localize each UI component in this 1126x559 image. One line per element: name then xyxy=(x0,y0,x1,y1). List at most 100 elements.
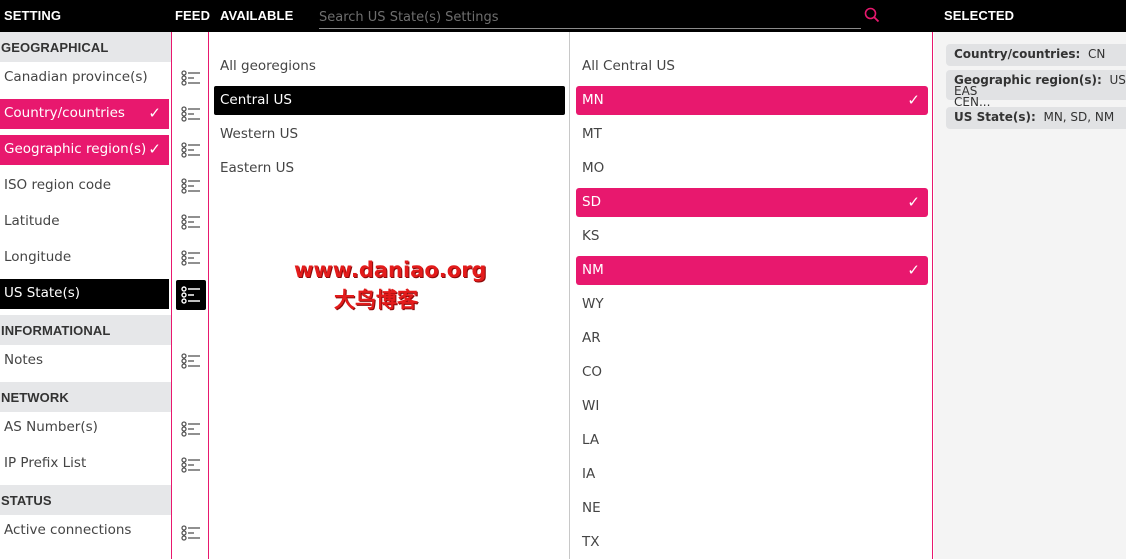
state-label: LA xyxy=(582,432,600,448)
setting-label: ISO region code xyxy=(4,177,112,193)
search-box xyxy=(319,4,861,29)
chip-label: Country/countries: xyxy=(954,47,1081,61)
setting-as-number[interactable]: AS Number(s) xyxy=(0,413,169,443)
feed-filter-icon[interactable] xyxy=(180,524,202,542)
setting-latitude[interactable]: Latitude xyxy=(0,207,169,237)
selected-column: Country/countries: CN Geographic region(… xyxy=(934,32,1126,559)
feed-filter-icon[interactable] xyxy=(180,141,202,159)
selected-header: SELECTED xyxy=(944,8,1015,23)
region-item[interactable]: All georegions xyxy=(214,52,565,81)
region-label: Western US xyxy=(220,126,299,142)
search-icon[interactable] xyxy=(864,7,880,23)
setting-active-connections[interactable]: Active connections xyxy=(0,516,169,546)
state-label: WI xyxy=(582,398,600,414)
setting-label: Notes xyxy=(4,352,43,368)
watermark-name: 大鸟博客 xyxy=(334,287,418,312)
section-network: NETWORK xyxy=(0,382,171,412)
region-label: Eastern US xyxy=(220,160,295,176)
state-item[interactable]: AR xyxy=(576,324,928,353)
search-input[interactable] xyxy=(319,4,829,26)
state-item[interactable]: LA xyxy=(576,426,928,455)
setting-iso-region[interactable]: ISO region code xyxy=(0,171,169,201)
state-item[interactable]: WI xyxy=(576,392,928,421)
state-label: TX xyxy=(582,534,600,550)
selected-chip-country[interactable]: Country/countries: CN xyxy=(946,44,1126,66)
chip-value: MN, SD, NM xyxy=(1043,110,1115,124)
checkmark-icon: ✓ xyxy=(907,193,920,211)
state-label: All Central US xyxy=(582,58,675,74)
chip-value: CN xyxy=(1087,47,1106,61)
state-item[interactable]: TX xyxy=(576,528,928,557)
checkmark-icon: ✓ xyxy=(907,261,920,279)
setting-label: Canadian province(s) xyxy=(4,69,148,85)
selected-chip-states[interactable]: US State(s): MN, SD, NM xyxy=(946,107,1126,129)
state-item[interactable]: NE xyxy=(576,494,928,523)
region-item[interactable]: Eastern US xyxy=(214,154,565,183)
setting-column: GEOGRAPHICAL Canadian province(s) Countr… xyxy=(0,32,171,559)
chip-label: US State(s): xyxy=(954,110,1036,124)
state-item[interactable]: IA xyxy=(576,460,928,489)
state-label: KS xyxy=(582,228,600,244)
setting-label: Longitude xyxy=(4,249,72,265)
state-label: MO xyxy=(582,160,605,176)
checkmark-icon: ✓ xyxy=(148,140,161,158)
setting-label: AS Number(s) xyxy=(4,419,98,435)
setting-label: US State(s) xyxy=(4,285,81,301)
state-label: NE xyxy=(582,500,601,516)
checkmark-icon: ✓ xyxy=(148,104,161,122)
setting-geographic-region[interactable]: Geographic region(s) ✓ xyxy=(0,135,169,165)
state-label: MN xyxy=(582,92,604,108)
state-item[interactable]: MT xyxy=(576,120,928,149)
setting-label: Geographic region(s) xyxy=(4,141,147,157)
feed-filter-icon[interactable] xyxy=(180,249,202,267)
watermark: www.daniao.org 大鸟博客 xyxy=(294,258,524,320)
feed-filter-icon[interactable] xyxy=(180,456,202,474)
feed-filter-icon[interactable] xyxy=(180,352,202,370)
feed-filter-icon[interactable] xyxy=(180,177,202,195)
setting-country[interactable]: Country/countries ✓ xyxy=(0,99,169,129)
region-label: All georegions xyxy=(220,58,316,74)
state-label: MT xyxy=(582,126,602,142)
state-label: WY xyxy=(582,296,604,312)
region-label: Central US xyxy=(220,92,292,108)
state-item[interactable]: MN ✓ xyxy=(576,86,928,115)
section-geographical: GEOGRAPHICAL xyxy=(0,32,171,62)
feed-filter-icon[interactable] xyxy=(180,69,202,87)
checkmark-icon: ✓ xyxy=(907,91,920,109)
state-label: NM xyxy=(582,262,604,278)
region-item[interactable]: Western US xyxy=(214,120,565,149)
setting-header: SETTING xyxy=(4,8,62,23)
state-label: CO xyxy=(582,364,603,380)
selected-chip-region[interactable]: Geographic region(s): US-EAS CEN... xyxy=(946,70,1126,108)
setting-longitude[interactable]: Longitude xyxy=(0,243,169,273)
state-item[interactable]: MO xyxy=(576,154,928,183)
top-bar: SETTING FEED AVAILABLE SELECTED xyxy=(0,0,1126,32)
region-item[interactable]: Central US xyxy=(214,86,565,115)
state-item[interactable]: KS xyxy=(576,222,928,251)
state-item[interactable]: All Central US xyxy=(576,52,928,81)
state-item[interactable]: CO xyxy=(576,358,928,387)
feed-filter-icon[interactable] xyxy=(180,420,202,438)
setting-notes[interactable]: Notes xyxy=(0,346,169,376)
setting-label: Latitude xyxy=(4,213,60,229)
section-status: STATUS xyxy=(0,485,171,515)
feed-header: FEED xyxy=(175,8,211,23)
setting-ip-prefix[interactable]: IP Prefix List xyxy=(0,449,169,479)
available-states-column: All Central US MN ✓ MT MO SD ✓ KS NM ✓ WY A… xyxy=(570,32,933,559)
state-item[interactable]: NM ✓ xyxy=(576,256,928,285)
setting-canadian-provinces[interactable]: Canadian province(s) xyxy=(0,63,169,93)
section-informational: INFORMATIONAL xyxy=(0,315,171,345)
feed-filter-icon[interactable] xyxy=(176,280,206,310)
setting-label: IP Prefix List xyxy=(4,455,87,471)
state-label: SD xyxy=(582,194,601,210)
setting-label: Country/countries xyxy=(4,105,125,121)
state-item[interactable]: SD ✓ xyxy=(576,188,928,217)
state-label: AR xyxy=(582,330,601,346)
state-item[interactable]: WY xyxy=(576,290,928,319)
available-header: AVAILABLE xyxy=(220,8,294,23)
setting-us-states[interactable]: US State(s) xyxy=(0,279,169,309)
feed-filter-icon[interactable] xyxy=(180,105,202,123)
watermark-url: www.daniao.org xyxy=(294,258,487,282)
setting-label: Active connections xyxy=(4,522,132,538)
feed-filter-icon[interactable] xyxy=(180,213,202,231)
